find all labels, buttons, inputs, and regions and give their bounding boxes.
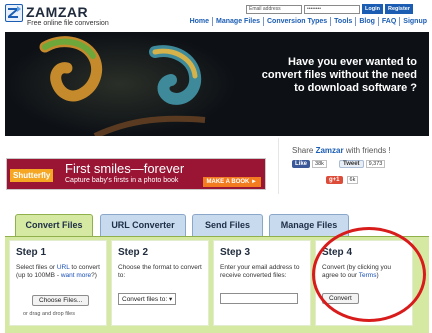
step-2-title: Step 2 <box>118 247 149 258</box>
step-3: Step 3 Enter your email address to recei… <box>213 240 311 326</box>
share-brand: Zamzar <box>315 146 344 155</box>
step-2-text: Choose the format to convert to: <box>118 264 202 279</box>
gplus-count: 6k <box>346 176 359 184</box>
hero-banner: Have you ever wanted to convert files wi… <box>5 32 429 136</box>
nav-home[interactable]: Home <box>187 17 212 26</box>
choose-files-wrap: Choose Files... <box>32 295 90 306</box>
step-2: Step 2 Choose the format to convert to: … <box>111 240 209 326</box>
ad-headline: First smiles—forever <box>65 161 185 176</box>
main-nav: Home Manage Files Conversion Types Tools… <box>187 17 430 26</box>
step-3-title: Step 3 <box>220 247 251 258</box>
step-1-title: Step 1 <box>16 247 47 258</box>
tab-convert-files[interactable]: Convert Files <box>15 214 93 237</box>
step-1-text-c: ?) <box>91 272 97 279</box>
tab-manage-files[interactable]: Manage Files <box>269 214 349 236</box>
step-1-text: Select files or URL to convert (up to 10… <box>16 264 100 280</box>
format-select[interactable]: Convert files to: ▾ <box>118 293 177 305</box>
nav-faq[interactable]: FAQ <box>377 17 399 26</box>
email-input[interactable] <box>220 293 298 304</box>
google-plus-button[interactable]: g+1 <box>326 176 343 184</box>
share-title: Share Zamzar with friends ! <box>292 146 391 155</box>
chevron-down-icon: ▾ <box>168 296 173 303</box>
share-suffix: with friends ! <box>343 146 391 155</box>
format-select-wrap: Convert files to: ▾ <box>118 293 177 305</box>
share-box: Share Zamzar with friends ! Like 38k Twe… <box>278 138 430 194</box>
nav-conversion-types[interactable]: Conversion Types <box>263 17 330 26</box>
logo-text[interactable]: ZAMZAR <box>26 4 88 20</box>
tweet-button[interactable]: Tweet <box>339 160 364 168</box>
choose-files-button[interactable]: Choose Files... <box>32 295 90 306</box>
login-button[interactable]: Login <box>362 4 383 14</box>
hero-line-1: Have you ever wanted to <box>288 56 417 68</box>
email-field[interactable]: Email address <box>246 4 302 14</box>
step-1: Step 1 Select files or URL to convert (u… <box>9 240 107 326</box>
zamzar-logo-icon[interactable] <box>5 4 23 22</box>
hero-line-3: to download software ? <box>294 82 417 94</box>
tagline: Free online file conversion <box>27 20 109 27</box>
facebook-like: Like 38k <box>292 160 327 168</box>
ad-brand: Shutterfly <box>10 169 54 182</box>
drag-drop-note: or drag and drop files <box>23 311 75 317</box>
url-link[interactable]: URL <box>57 264 70 271</box>
hero-line-2: convert files without the need <box>261 69 417 81</box>
step-3-text: Enter your email address to receive conv… <box>220 264 300 279</box>
hero-headline: Have you ever wanted to convert files wi… <box>217 56 417 95</box>
register-button[interactable]: Register <box>384 4 413 14</box>
advertisement-banner[interactable]: Shutterfly First smiles—forever Capture … <box>6 158 266 190</box>
chameleon-image <box>5 32 235 136</box>
nav-manage-files[interactable]: Manage Files <box>212 17 263 26</box>
nav-signup[interactable]: Signup <box>399 17 430 26</box>
twitter-share: Tweet 9,373 <box>339 160 386 168</box>
tab-url-converter[interactable]: URL Converter <box>100 214 186 236</box>
share-prefix: Share <box>292 146 316 155</box>
google-plus-share: g+1 6k <box>326 176 359 184</box>
header: ZAMZAR Free online file conversion Email… <box>0 0 432 32</box>
want-more-link[interactable]: want more <box>61 272 91 279</box>
ad-cta-button[interactable]: MAKE A BOOK ► <box>202 177 261 187</box>
nav-blog[interactable]: Blog <box>355 17 378 26</box>
login-form: Email address •••••••• Login Register <box>246 4 413 14</box>
format-select-label: Convert files to: <box>122 296 168 303</box>
step-1-text-a: Select files or <box>16 264 57 271</box>
password-field[interactable]: •••••••• <box>304 4 360 14</box>
like-count: 38k <box>312 160 327 168</box>
highlight-circle <box>312 227 426 322</box>
tweet-count: 9,373 <box>365 160 386 168</box>
facebook-like-button[interactable]: Like <box>292 160 311 168</box>
tab-send-files[interactable]: Send Files <box>192 214 263 236</box>
nav-tools[interactable]: Tools <box>330 17 355 26</box>
ad-subline: Capture baby's firsts in a photo book <box>65 177 179 184</box>
